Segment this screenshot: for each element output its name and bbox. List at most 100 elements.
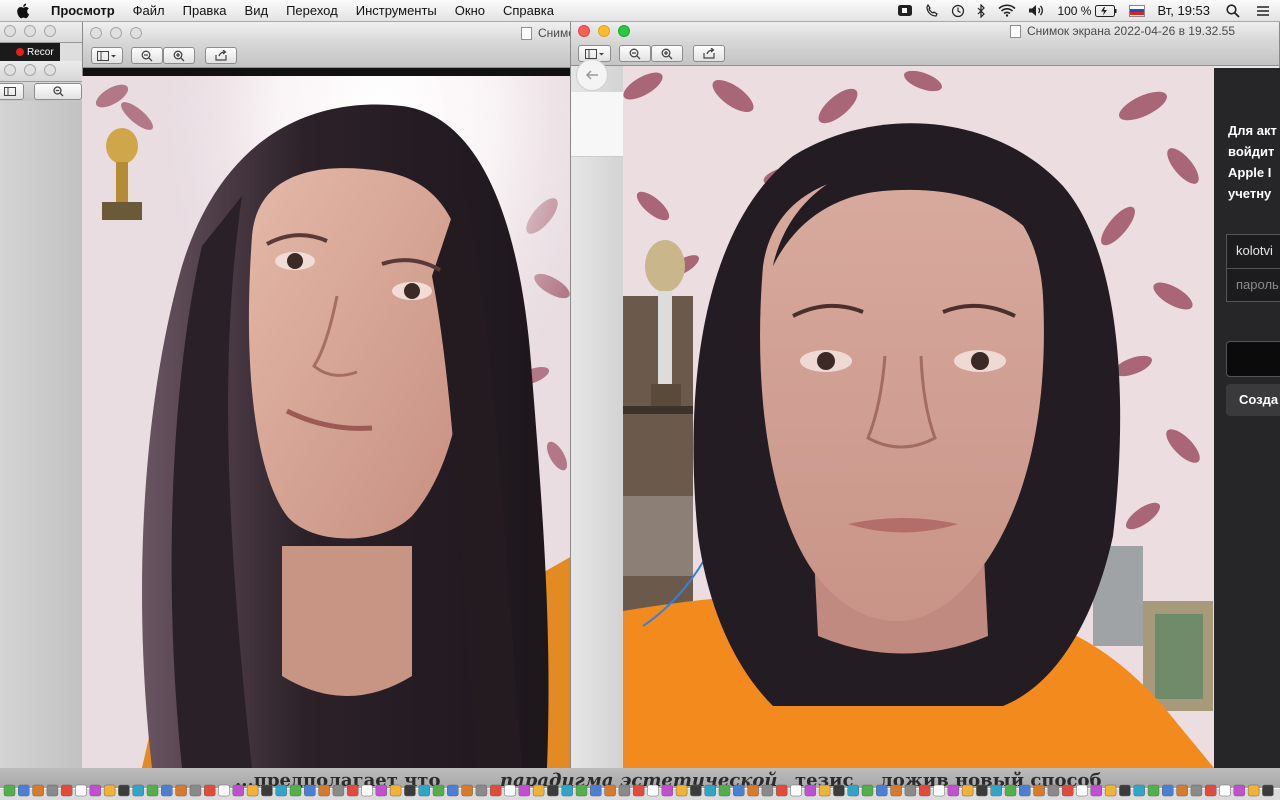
menu-app-name[interactable]: Просмотр bbox=[43, 3, 124, 18]
dock-item-icon[interactable] bbox=[1090, 784, 1103, 797]
dock-item-icon[interactable] bbox=[532, 784, 545, 797]
dock-item-icon[interactable] bbox=[432, 784, 445, 797]
dock-item-icon[interactable] bbox=[18, 784, 30, 797]
dock-item-icon[interactable] bbox=[246, 784, 259, 797]
dock-item-icon[interactable] bbox=[761, 784, 774, 797]
left-share-button[interactable] bbox=[205, 47, 237, 64]
dock-item-icon[interactable] bbox=[575, 784, 588, 797]
dock-item-icon[interactable] bbox=[261, 784, 273, 797]
time-machine-icon[interactable] bbox=[951, 4, 965, 18]
zoom-out-button[interactable] bbox=[619, 45, 651, 62]
dock-item-icon[interactable] bbox=[1004, 784, 1017, 797]
dock-item-icon[interactable] bbox=[389, 784, 402, 797]
dock-item-icon[interactable] bbox=[990, 784, 1002, 797]
dock-item-icon[interactable] bbox=[161, 784, 173, 797]
dock-item-icon[interactable] bbox=[189, 784, 202, 797]
dock-item-icon[interactable] bbox=[775, 784, 788, 797]
create-account-button[interactable]: Созда bbox=[1226, 384, 1280, 416]
dock-item-icon[interactable] bbox=[504, 784, 516, 797]
dock-item-icon[interactable] bbox=[447, 784, 459, 797]
dock-icons[interactable] bbox=[0, 781, 1280, 800]
zoom-button[interactable] bbox=[618, 25, 630, 37]
dock-item-icon[interactable] bbox=[561, 784, 573, 797]
dock-item-icon[interactable] bbox=[304, 784, 316, 797]
bg-close-button[interactable] bbox=[4, 25, 16, 37]
dock-item-icon[interactable] bbox=[318, 784, 330, 797]
dock-item-icon[interactable] bbox=[647, 784, 659, 797]
volume-icon[interactable] bbox=[1028, 4, 1045, 17]
dock-item-icon[interactable] bbox=[289, 784, 302, 797]
dock-item-icon[interactable] bbox=[1204, 784, 1217, 797]
menu-file[interactable]: Файл bbox=[124, 3, 174, 18]
battery-percent[interactable]: 100 % bbox=[1057, 4, 1091, 18]
russian-flag-icon[interactable] bbox=[1129, 4, 1146, 17]
left-window-titlebar[interactable]: Снимо bbox=[83, 22, 571, 44]
share-button[interactable] bbox=[693, 45, 725, 62]
dock-item-icon[interactable] bbox=[747, 784, 759, 797]
dock-item-icon[interactable] bbox=[1147, 784, 1160, 797]
dock-item-icon[interactable] bbox=[675, 784, 688, 797]
left-zoom-in-button[interactable] bbox=[163, 47, 195, 64]
dock-item-icon[interactable] bbox=[1262, 784, 1274, 797]
left-sidebar-button[interactable] bbox=[91, 47, 123, 64]
dock-item-icon[interactable] bbox=[632, 784, 645, 797]
left-minimize-button[interactable] bbox=[110, 27, 122, 39]
dock-item-icon[interactable] bbox=[375, 784, 388, 797]
dock-item-icon[interactable] bbox=[1019, 784, 1031, 797]
list-icon[interactable] bbox=[1256, 5, 1270, 17]
dock-item-icon[interactable] bbox=[1233, 784, 1246, 797]
dock-item-icon[interactable] bbox=[461, 784, 473, 797]
minimize-button[interactable] bbox=[598, 25, 610, 37]
dock-item-icon[interactable] bbox=[704, 784, 716, 797]
dock-item-icon[interactable] bbox=[418, 784, 430, 797]
bg-zoom-out-button[interactable] bbox=[34, 83, 82, 100]
facetime-icon[interactable] bbox=[897, 4, 913, 17]
dock-item-icon[interactable] bbox=[590, 784, 602, 797]
dock-item-icon[interactable] bbox=[146, 784, 159, 797]
dock-item-icon[interactable] bbox=[718, 784, 731, 797]
zoom-in-button[interactable] bbox=[651, 45, 683, 62]
phone-icon[interactable] bbox=[925, 3, 939, 18]
dock-item-icon[interactable] bbox=[203, 784, 216, 797]
dock-item-icon[interactable] bbox=[1047, 784, 1060, 797]
dock-item-icon[interactable] bbox=[604, 784, 616, 797]
left-zoom-button[interactable] bbox=[130, 27, 142, 39]
dock-item-icon[interactable] bbox=[404, 784, 416, 797]
dock-item-icon[interactable] bbox=[1219, 784, 1231, 797]
apple-icon[interactable] bbox=[15, 3, 33, 19]
dock-item-icon[interactable] bbox=[89, 784, 102, 797]
menu-view[interactable]: Вид bbox=[236, 3, 278, 18]
bg2-zoom-button[interactable] bbox=[44, 64, 56, 76]
back-icon[interactable] bbox=[576, 59, 608, 91]
dock-item-icon[interactable] bbox=[1119, 784, 1131, 797]
menu-help[interactable]: Справка bbox=[494, 3, 563, 18]
dock-item-icon[interactable] bbox=[132, 784, 144, 797]
dock-item-icon[interactable] bbox=[618, 784, 631, 797]
dock-item-icon[interactable] bbox=[890, 784, 902, 797]
dock-item-icon[interactable] bbox=[232, 784, 245, 797]
wifi-icon[interactable] bbox=[998, 4, 1017, 17]
front-window-titlebar[interactable]: Снимок экрана 2022-04-26 в 19.32.55 bbox=[571, 20, 1279, 42]
dock-item-icon[interactable] bbox=[876, 784, 888, 797]
menu-go[interactable]: Переход bbox=[277, 3, 347, 18]
dock-item-icon[interactable] bbox=[475, 784, 488, 797]
dock-item-icon[interactable] bbox=[690, 784, 702, 797]
dock-item-icon[interactable] bbox=[918, 784, 931, 797]
dock-item-icon[interactable] bbox=[46, 784, 59, 797]
password-field[interactable]: пароль bbox=[1226, 268, 1280, 302]
clock[interactable]: Вт, 19:53 bbox=[1157, 3, 1210, 18]
dock-item-icon[interactable] bbox=[60, 784, 73, 797]
dock-item-icon[interactable] bbox=[1061, 784, 1074, 797]
dock-item-icon[interactable] bbox=[804, 784, 817, 797]
dock-item-icon[interactable] bbox=[3, 784, 16, 797]
dock-item-icon[interactable] bbox=[1190, 784, 1203, 797]
dock-item-icon[interactable] bbox=[1104, 784, 1117, 797]
dock-item-icon[interactable] bbox=[847, 784, 859, 797]
bg-sidebar-button[interactable] bbox=[0, 83, 24, 100]
dock-item-icon[interactable] bbox=[1162, 784, 1174, 797]
dock-item-icon[interactable] bbox=[1176, 784, 1188, 797]
dock-item-icon[interactable] bbox=[790, 784, 802, 797]
dock-item-icon[interactable] bbox=[489, 784, 502, 797]
dock-item-icon[interactable] bbox=[947, 784, 960, 797]
dock-item-icon[interactable] bbox=[332, 784, 345, 797]
